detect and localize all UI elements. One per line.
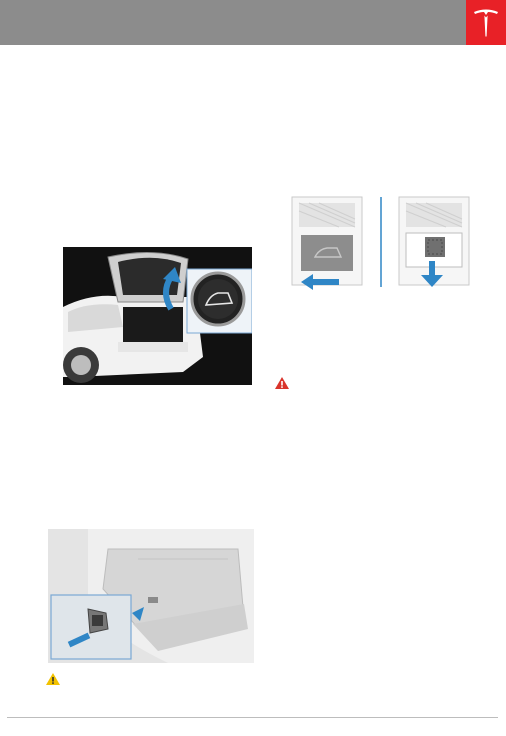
manual-release-hatch-figure (289, 195, 479, 290)
footer-rule (7, 717, 498, 718)
caution-icon-left (46, 672, 60, 690)
hatch-illustration (291, 196, 470, 290)
trunk-illustration (48, 529, 254, 663)
warning-icon-right (275, 376, 289, 394)
brand-logo-badge (466, 0, 506, 45)
caution-triangle-icon (46, 673, 60, 685)
liftgate-open-button-figure (63, 247, 252, 385)
rear-trunk-switch-figure (48, 529, 254, 663)
liftgate-illustration (63, 247, 252, 385)
warning-triangle-icon (275, 377, 289, 389)
tesla-logo-icon (474, 9, 498, 37)
page-header-bar (0, 0, 466, 45)
